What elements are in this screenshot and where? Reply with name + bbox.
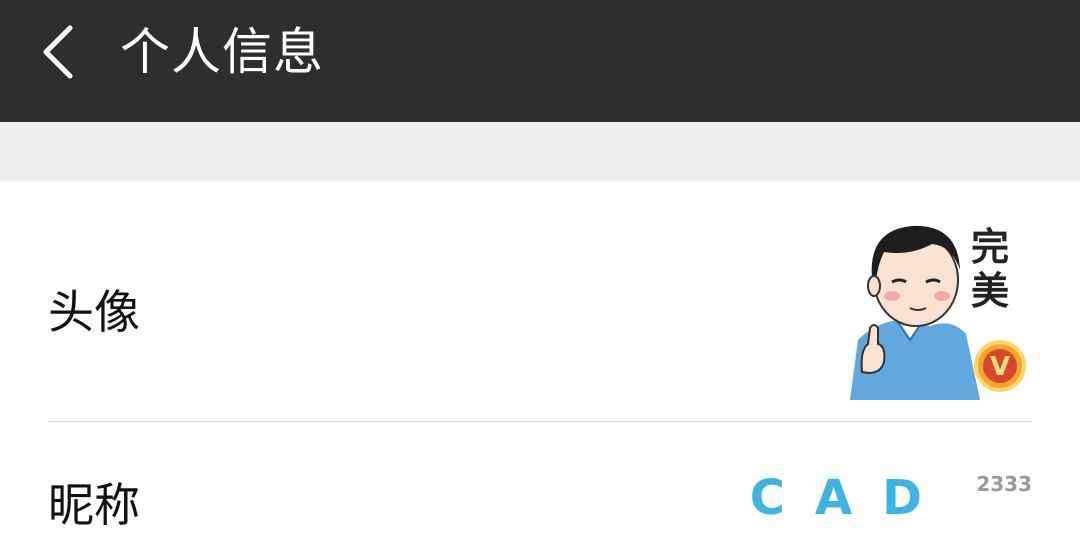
personal-info-page: 个人信息 头像 V 完 美 昵称 CAD 2333 <box>0 0 1080 551</box>
nickname-text: CAD <box>749 470 952 526</box>
nickname-suffix: 2333 <box>976 472 1032 496</box>
chevron-left-icon <box>43 25 73 79</box>
page-title: 个人信息 <box>120 23 324 81</box>
nickname-row-label: 昵称 <box>48 478 140 532</box>
back-button[interactable] <box>28 18 98 88</box>
avatar-caption: 完美 <box>970 225 1009 313</box>
header-bar: 个人信息 <box>0 0 1080 122</box>
section-spacer <box>0 122 1080 181</box>
avatar-row-label: 头像 <box>48 285 140 339</box>
avatar-badge-text: V <box>990 352 1010 382</box>
